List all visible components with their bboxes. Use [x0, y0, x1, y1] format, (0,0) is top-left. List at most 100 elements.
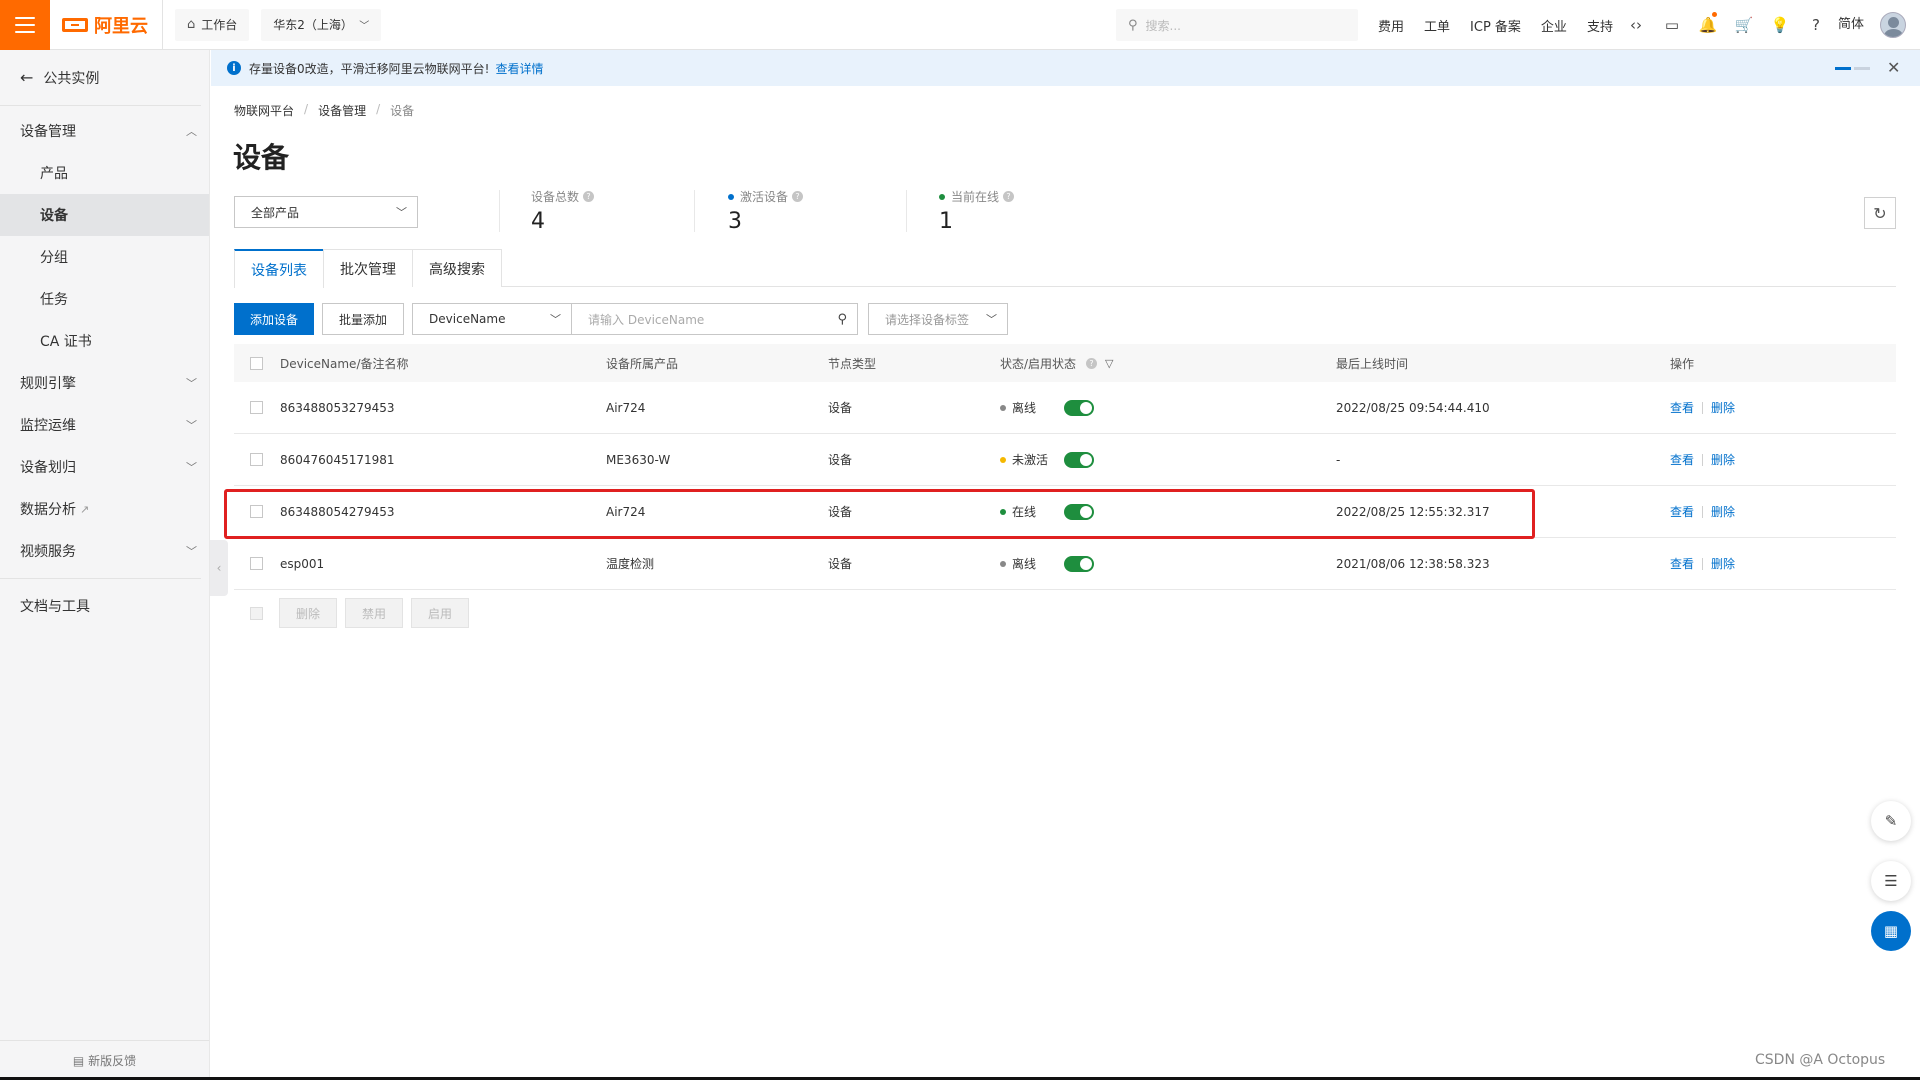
- aliyun-logo-icon: [62, 17, 88, 32]
- sidebar-group-video[interactable]: 视频服务 ﹀: [0, 530, 209, 572]
- top-link-billing[interactable]: 费用: [1378, 16, 1404, 35]
- row-actions: 查看 删除: [1670, 399, 1735, 416]
- tab-batch-management[interactable]: 批次管理: [323, 249, 413, 287]
- view-link[interactable]: 查看: [1670, 451, 1694, 468]
- device-tag-select[interactable]: 请选择设备标签 ﹀: [868, 303, 1009, 335]
- bell-icon[interactable]: 🔔: [1690, 12, 1726, 34]
- sidebar-group-rule-engine[interactable]: 规则引擎 ﹀: [0, 362, 209, 404]
- help-icon[interactable]: ?: [1798, 16, 1834, 34]
- device-node-type: 设备: [828, 505, 853, 519]
- back-to-public-instance[interactable]: ← 公共实例: [0, 50, 201, 106]
- sidebar-group-device-assign[interactable]: 设备划归 ﹀: [0, 446, 209, 488]
- search-field-select[interactable]: DeviceName ﹀: [412, 303, 573, 335]
- table-row: 863488054279453 Air724 设备 在线 2022/08/25 12:5…: [234, 486, 1896, 538]
- hamburger-menu-button[interactable]: [0, 0, 50, 50]
- sidebar-group-label: 设备管理: [20, 124, 76, 140]
- feedback-icon: ▤: [72, 1053, 85, 1068]
- terminal-icon[interactable]: ▭: [1654, 16, 1690, 34]
- top-link-enterprise[interactable]: 企业: [1541, 16, 1567, 35]
- help-icon[interactable]: ?: [1003, 191, 1015, 202]
- code-icon[interactable]: ‹›: [1618, 16, 1654, 34]
- workbench-button[interactable]: ⌂ 工作台: [175, 8, 250, 41]
- home-icon: ⌂: [187, 17, 196, 32]
- feedback-button[interactable]: ▤ 新版反馈: [0, 1040, 209, 1080]
- bulk-delete-button[interactable]: 删除: [279, 598, 338, 628]
- bulk-select-checkbox[interactable]: [250, 606, 263, 620]
- user-avatar[interactable]: [1880, 12, 1906, 38]
- top-link-ticket[interactable]: 工单: [1424, 16, 1450, 35]
- select-all-checkbox[interactable]: [250, 356, 263, 370]
- last-online-time: -: [1336, 452, 1341, 467]
- top-link-support[interactable]: 支持: [1587, 16, 1613, 35]
- cart-icon[interactable]: 🛒: [1726, 16, 1762, 34]
- bulb-icon[interactable]: 💡: [1762, 16, 1798, 34]
- help-icon[interactable]: ?: [583, 191, 595, 202]
- row-checkbox[interactable]: [250, 453, 263, 466]
- apps-grid-icon: ▦: [1883, 922, 1899, 940]
- stat-label: 激活设备: [740, 190, 789, 204]
- search-icon[interactable]: ⚲: [838, 312, 848, 327]
- aliyun-logo[interactable]: 阿里云: [62, 0, 163, 50]
- sidebar-collapse-handle[interactable]: ‹: [210, 540, 228, 596]
- row-checkbox[interactable]: [250, 401, 263, 414]
- device-name: esp001: [280, 556, 325, 571]
- refresh-icon: ↻: [1873, 203, 1887, 223]
- enable-toggle[interactable]: [1064, 451, 1094, 468]
- product-filter-select[interactable]: 全部产品 ﹀: [234, 196, 418, 228]
- enable-toggle[interactable]: [1064, 555, 1094, 572]
- sidebar: ← 公共实例 设备管理 ︿ 产品 设备 分组 任务 CA 证书 规则引擎 ﹀ 监…: [0, 50, 210, 1080]
- view-link[interactable]: 查看: [1670, 555, 1694, 572]
- delete-link[interactable]: 删除: [1711, 503, 1735, 520]
- language-switch[interactable]: 简体: [1838, 0, 1864, 50]
- chevron-down-icon: ﹀: [186, 545, 197, 558]
- view-link[interactable]: 查看: [1670, 503, 1694, 520]
- sidebar-group-data-analysis[interactable]: 数据分析 ↗: [0, 488, 209, 530]
- sidebar-group-monitoring[interactable]: 监控运维 ﹀: [0, 404, 209, 446]
- batch-add-button[interactable]: 批量添加: [322, 303, 405, 335]
- global-search-placeholder: 搜索...: [1145, 18, 1181, 33]
- global-search-input[interactable]: ⚲ 搜索...: [1116, 9, 1358, 41]
- sidebar-item-group[interactable]: 分组: [0, 236, 209, 278]
- delete-link[interactable]: 删除: [1711, 399, 1735, 416]
- device-product: Air724: [606, 400, 646, 415]
- enable-toggle[interactable]: [1064, 503, 1094, 520]
- enable-toggle[interactable]: [1064, 399, 1094, 416]
- sidebar-item-device[interactable]: 设备: [0, 194, 209, 236]
- edit-float-button[interactable]: ✎: [1871, 801, 1911, 841]
- notice-details-link[interactable]: 查看详情: [495, 60, 543, 77]
- delete-link[interactable]: 删除: [1711, 555, 1735, 572]
- row-checkbox[interactable]: [250, 557, 263, 570]
- chat-float-button[interactable]: ☰: [1871, 861, 1911, 901]
- sidebar-item-ca-cert[interactable]: CA 证书: [0, 320, 209, 362]
- help-icon[interactable]: ?: [1086, 357, 1098, 369]
- back-label: 公共实例: [43, 70, 100, 87]
- top-link-icp[interactable]: ICP 备案: [1470, 16, 1521, 35]
- refresh-button[interactable]: ↻: [1864, 197, 1896, 229]
- add-device-button[interactable]: 添加设备: [234, 303, 315, 335]
- tab-advanced-search[interactable]: 高级搜索: [412, 249, 502, 287]
- close-icon[interactable]: ✕: [1887, 58, 1900, 77]
- region-selector[interactable]: 华东2（上海） ﹀: [261, 8, 382, 41]
- breadcrumb-device-management[interactable]: 设备管理: [318, 102, 366, 119]
- breadcrumb-iot-platform[interactable]: 物联网平台: [234, 102, 294, 119]
- help-icon[interactable]: ?: [792, 191, 804, 202]
- sidebar-item-docs-tools[interactable]: 文档与工具: [0, 585, 209, 627]
- bulk-enable-button[interactable]: 启用: [411, 598, 470, 628]
- filter-icon[interactable]: ▽: [1105, 357, 1113, 370]
- sidebar-item-product[interactable]: 产品: [0, 152, 209, 194]
- sidebar-item-task[interactable]: 任务: [0, 278, 209, 320]
- tab-device-list[interactable]: 设备列表: [234, 249, 324, 288]
- bulk-disable-button[interactable]: 禁用: [345, 598, 404, 628]
- notice-pager[interactable]: [1835, 67, 1873, 70]
- device-search-input[interactable]: 请输入 DeviceName ⚲: [572, 303, 859, 335]
- row-checkbox[interactable]: [250, 505, 263, 518]
- top-icon-group: ‹› ▭ 🔔 🛒 💡 ?: [1618, 0, 1834, 50]
- view-link[interactable]: 查看: [1670, 399, 1694, 416]
- status-text: 离线: [1012, 401, 1037, 415]
- chevron-down-icon: ﹀: [396, 206, 407, 219]
- sidebar-divider: [0, 578, 201, 579]
- apps-float-button[interactable]: ▦: [1871, 911, 1911, 951]
- delete-link[interactable]: 删除: [1711, 451, 1735, 468]
- sidebar-group-device-management[interactable]: 设备管理 ︿: [0, 110, 209, 152]
- stat-label: 当前在线: [951, 190, 1000, 204]
